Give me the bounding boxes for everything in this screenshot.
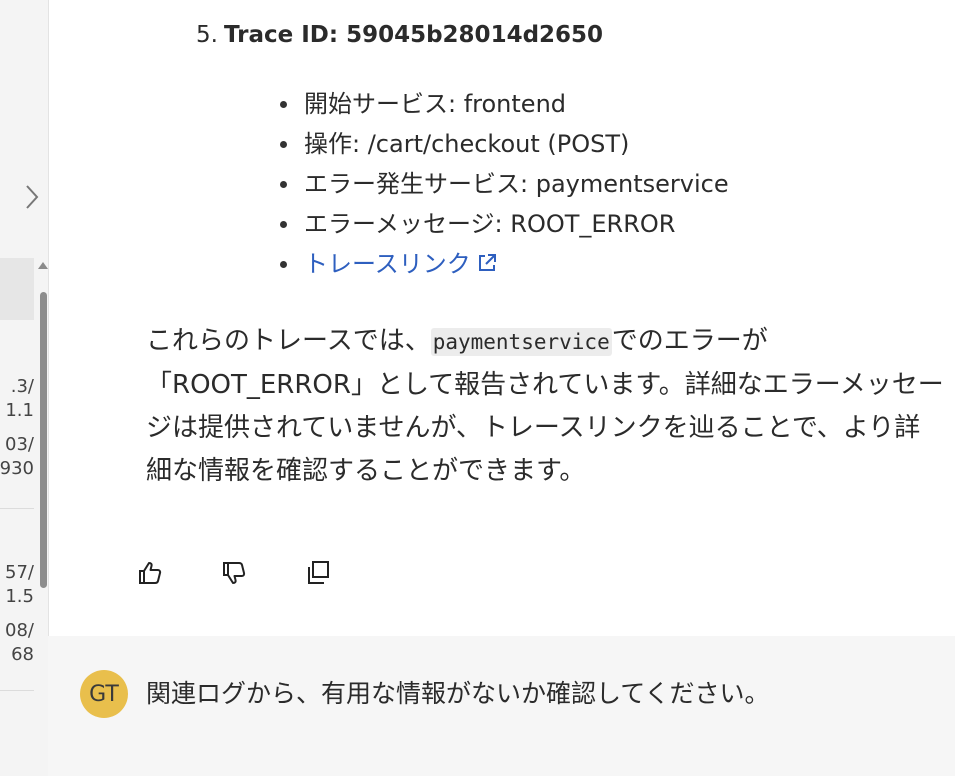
detail-error-service: エラー発生サービス: paymentservice [280, 164, 729, 204]
dislike-button[interactable] [214, 558, 254, 588]
left-list-highlight [0, 258, 34, 320]
thumbs-up-icon [139, 562, 162, 584]
trace-id-title: Trace ID: 59045b28014d2650 [223, 22, 604, 48]
scroll-up-arrow-icon[interactable] [38, 262, 48, 269]
left-fragment: 1.1 [5, 400, 34, 421]
left-fragment: 03/ [5, 434, 34, 455]
user-message-row: GT 関連ログから、有用な情報がないか確認してください。 [48, 636, 955, 776]
scrollbar-thumb[interactable] [40, 292, 47, 588]
left-panel: .3/ 1.1 03/ 930 57/ 1.5 08/ 68 [0, 0, 49, 776]
trace-link[interactable]: トレースリンク [280, 244, 729, 284]
user-message-text: 関連ログから、有用な情報がないか確認してください。 [146, 679, 770, 708]
copy-icon [308, 561, 329, 584]
external-link-icon[interactable] [477, 253, 497, 273]
left-fragment: 57/ [5, 562, 34, 583]
detail-operation: 操作: /cart/checkout (POST) [280, 124, 729, 164]
item-number: 5. [196, 22, 218, 48]
left-fragment: 930 [0, 458, 34, 479]
detail-error-message: エラーメッセージ: ROOT_ERROR [280, 204, 729, 244]
left-divider [0, 690, 34, 691]
message-actions [130, 558, 338, 588]
inline-code-service: paymentservice [430, 328, 612, 356]
left-fragment: 1.5 [5, 586, 34, 607]
user-avatar: GT [80, 670, 128, 718]
copy-button[interactable] [298, 558, 338, 588]
left-fragment: 68 [11, 644, 34, 665]
thumbs-down-icon [223, 562, 246, 584]
left-divider [0, 508, 34, 509]
chevron-right-icon [26, 185, 39, 209]
collapse-panel-button[interactable] [20, 180, 44, 214]
summary-paragraph: これらのトレースでは、paymentserviceでのエラーが「ROOT_ERR… [146, 320, 946, 493]
left-fragment: 08/ [5, 620, 34, 641]
trace-item-heading: 5. Trace ID: 59045b28014d2650 [196, 22, 603, 48]
trace-link-label[interactable]: トレースリンク [304, 250, 471, 278]
trace-details-list: 開始サービス: frontend 操作: /cart/checkout (POS… [280, 84, 729, 284]
left-fragment: .3/ [10, 376, 34, 397]
like-button[interactable] [130, 558, 170, 588]
assistant-message: 5. Trace ID: 59045b28014d2650 開始サービス: fro… [48, 0, 955, 636]
paragraph-text-before: これらのトレースでは、 [146, 326, 431, 356]
detail-start-service: 開始サービス: frontend [280, 84, 729, 124]
